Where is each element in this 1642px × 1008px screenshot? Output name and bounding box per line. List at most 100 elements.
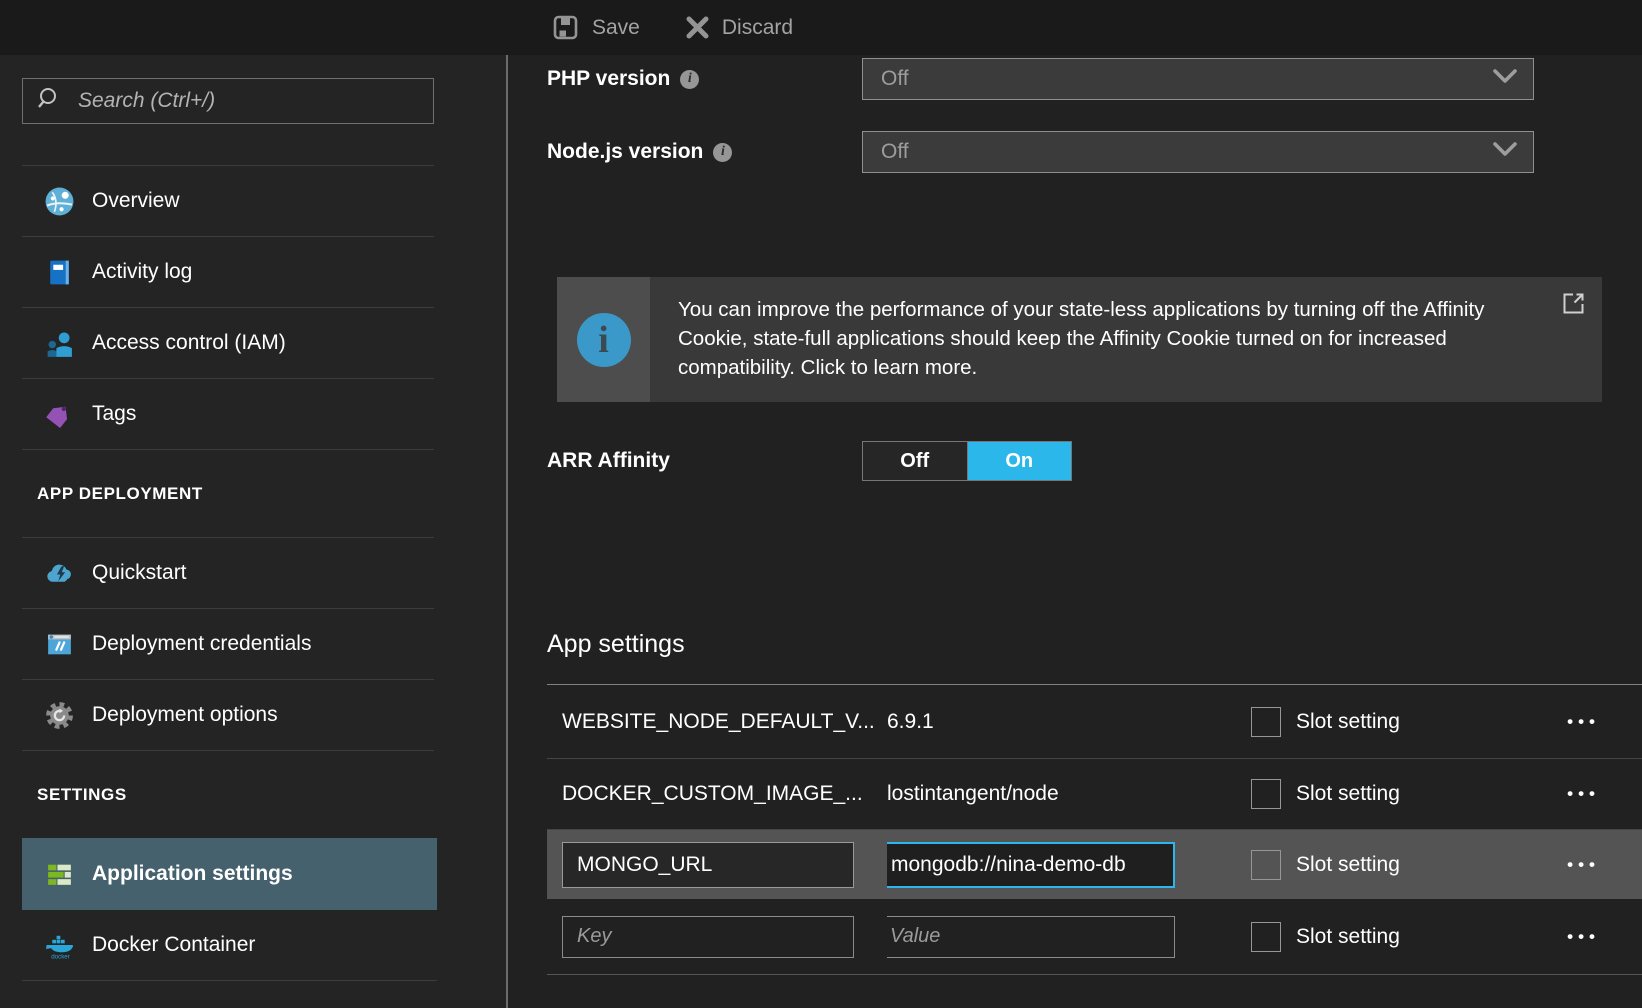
more-options-icon[interactable]: ••• — [1567, 789, 1642, 799]
info-icon[interactable]: i — [713, 143, 732, 162]
search-icon — [37, 86, 63, 117]
info-banner-icon-cell: i — [557, 277, 650, 402]
node-version-dropdown[interactable]: Off — [862, 131, 1534, 173]
php-version-label-wrap: PHP version i — [547, 67, 862, 91]
resource-menu-sidebar: Overview Activity log — [0, 55, 508, 1008]
sidebar-item-label: Quickstart — [92, 561, 187, 585]
node-version-value: Off — [881, 140, 1493, 164]
sidebar-item-tags[interactable]: Tags — [22, 379, 434, 450]
slot-setting-checkbox[interactable] — [1251, 707, 1281, 737]
chevron-down-icon — [1493, 69, 1517, 89]
setting-value: lostintangent/node — [887, 782, 1251, 806]
table-row: DOCKER_CUSTOM_IMAGE_... lostintangent/no… — [547, 759, 1642, 830]
external-link-icon — [1561, 291, 1586, 324]
setting-key: DOCKER_CUSTOM_IMAGE_... — [562, 782, 887, 806]
command-bar: Save Discard — [0, 0, 1642, 55]
editing-value-cell — [887, 842, 1251, 888]
sidebar-item-docker-container[interactable]: docker Docker Container — [22, 910, 437, 981]
save-icon — [552, 14, 579, 41]
sidebar-item-label: Application settings — [92, 862, 293, 886]
tag-icon — [44, 399, 75, 430]
slot-setting-label: Slot setting — [1296, 782, 1400, 806]
setting-key-input[interactable] — [562, 842, 854, 888]
more-options-icon[interactable]: ••• — [1567, 860, 1642, 870]
sidebar-item-quickstart[interactable]: Quickstart — [22, 538, 434, 609]
sidebar-item-label: Deployment credentials — [92, 632, 311, 656]
search-input[interactable] — [78, 89, 419, 113]
node-version-label: Node.js version — [547, 140, 703, 164]
arr-affinity-on-button[interactable]: On — [968, 442, 1072, 480]
slot-setting-checkbox[interactable] — [1251, 922, 1281, 952]
info-icon[interactable]: i — [680, 70, 699, 89]
sidebar-item-application-settings[interactable]: Application settings — [22, 838, 437, 910]
slot-setting-label: Slot setting — [1296, 853, 1400, 877]
php-version-label: PHP version — [547, 67, 670, 91]
sidebar-item-activity-log[interactable]: Activity log — [22, 237, 434, 308]
sliders-icon — [44, 859, 75, 890]
discard-button[interactable]: Discard — [686, 16, 793, 40]
sidebar-search[interactable] — [22, 78, 434, 124]
sidebar-item-deployment-options[interactable]: Deployment options — [22, 680, 434, 751]
docker-whale-icon: docker — [44, 930, 75, 961]
app-settings-title: App settings — [547, 630, 685, 659]
sidebar-nav-settings: Application settings docker Docker Conta… — [22, 838, 437, 981]
info-banner-text: You can improve the performance of your … — [678, 298, 1484, 379]
more-options-icon[interactable]: ••• — [1567, 717, 1642, 727]
setting-value-input-focused[interactable] — [887, 842, 1175, 888]
sidebar-item-label: Tags — [92, 402, 136, 426]
slot-setting-label: Slot setting — [1296, 925, 1400, 949]
slot-setting-checkbox[interactable] — [1251, 779, 1281, 809]
table-row-new: Slot setting ••• — [547, 899, 1642, 975]
new-value-input[interactable] — [887, 916, 1175, 958]
info-circle-icon: i — [577, 313, 631, 367]
editing-key-cell — [562, 842, 887, 888]
sidebar-item-deployment-credentials[interactable]: Deployment credentials — [22, 609, 434, 680]
table-row: WEBSITE_NODE_DEFAULT_V... 6.9.1 Slot set… — [547, 685, 1642, 759]
arr-affinity-label: ARR Affinity — [547, 441, 670, 481]
info-banner-link[interactable]: You can improve the performance of your … — [650, 277, 1602, 402]
sidebar-item-label: Overview — [92, 189, 180, 213]
php-version-dropdown[interactable]: Off — [862, 58, 1534, 100]
arr-affinity-toggle: Off On — [862, 441, 1072, 481]
new-key-input[interactable] — [562, 916, 854, 958]
php-version-value: Off — [881, 67, 1493, 91]
sidebar-item-access-control[interactable]: Access control (IAM) — [22, 308, 434, 379]
table-row-editing: Slot setting ••• — [547, 830, 1642, 899]
sidebar-item-label: Access control (IAM) — [92, 331, 286, 355]
new-value-cell — [887, 916, 1251, 958]
discard-icon — [686, 16, 709, 39]
save-button[interactable]: Save — [552, 14, 640, 41]
azure-app-settings-blade: Save Discard — [0, 0, 1642, 1008]
setting-value: 6.9.1 — [887, 710, 1251, 734]
arr-affinity-off-button[interactable]: Off — [863, 442, 968, 480]
svg-text:docker: docker — [51, 953, 70, 960]
chevron-down-icon — [1493, 142, 1517, 162]
sidebar-item-label: Deployment options — [92, 703, 278, 727]
slot-setting-label: Slot setting — [1296, 710, 1400, 734]
sidebar-nav-top: Overview Activity log — [22, 165, 434, 450]
more-options-icon[interactable]: ••• — [1567, 932, 1642, 942]
sidebar-item-overview[interactable]: Overview — [22, 166, 434, 237]
sidebar-item-label: Docker Container — [92, 933, 255, 957]
app-settings-table: WEBSITE_NODE_DEFAULT_V... 6.9.1 Slot set… — [547, 684, 1642, 975]
people-icon — [44, 328, 75, 359]
section-header-app-deployment: APP DEPLOYMENT — [0, 450, 506, 537]
node-version-row: Node.js version i Off — [547, 131, 1642, 173]
activity-log-book-icon — [44, 257, 75, 288]
overview-globe-icon — [44, 186, 75, 217]
php-version-row: PHP version i Off — [547, 58, 1642, 100]
sidebar-item-label: Activity log — [92, 260, 192, 284]
browser-window-icon — [44, 629, 75, 660]
slot-setting-checkbox[interactable] — [1251, 850, 1281, 880]
section-header-settings: SETTINGS — [0, 751, 506, 838]
affinity-info-banner: i You can improve the performance of you… — [557, 277, 1602, 402]
node-version-label-wrap: Node.js version i — [547, 140, 862, 164]
cloud-lightning-icon — [44, 558, 75, 589]
setting-key: WEBSITE_NODE_DEFAULT_V... — [562, 710, 887, 734]
application-settings-content: PHP version i Off Node.js version i Off — [510, 55, 1642, 1008]
sidebar-nav-deployment: Quickstart Deployment credentials — [22, 537, 434, 751]
gear-icon — [44, 700, 75, 731]
new-key-cell — [562, 916, 887, 958]
discard-label: Discard — [722, 16, 793, 40]
save-label: Save — [592, 16, 640, 40]
